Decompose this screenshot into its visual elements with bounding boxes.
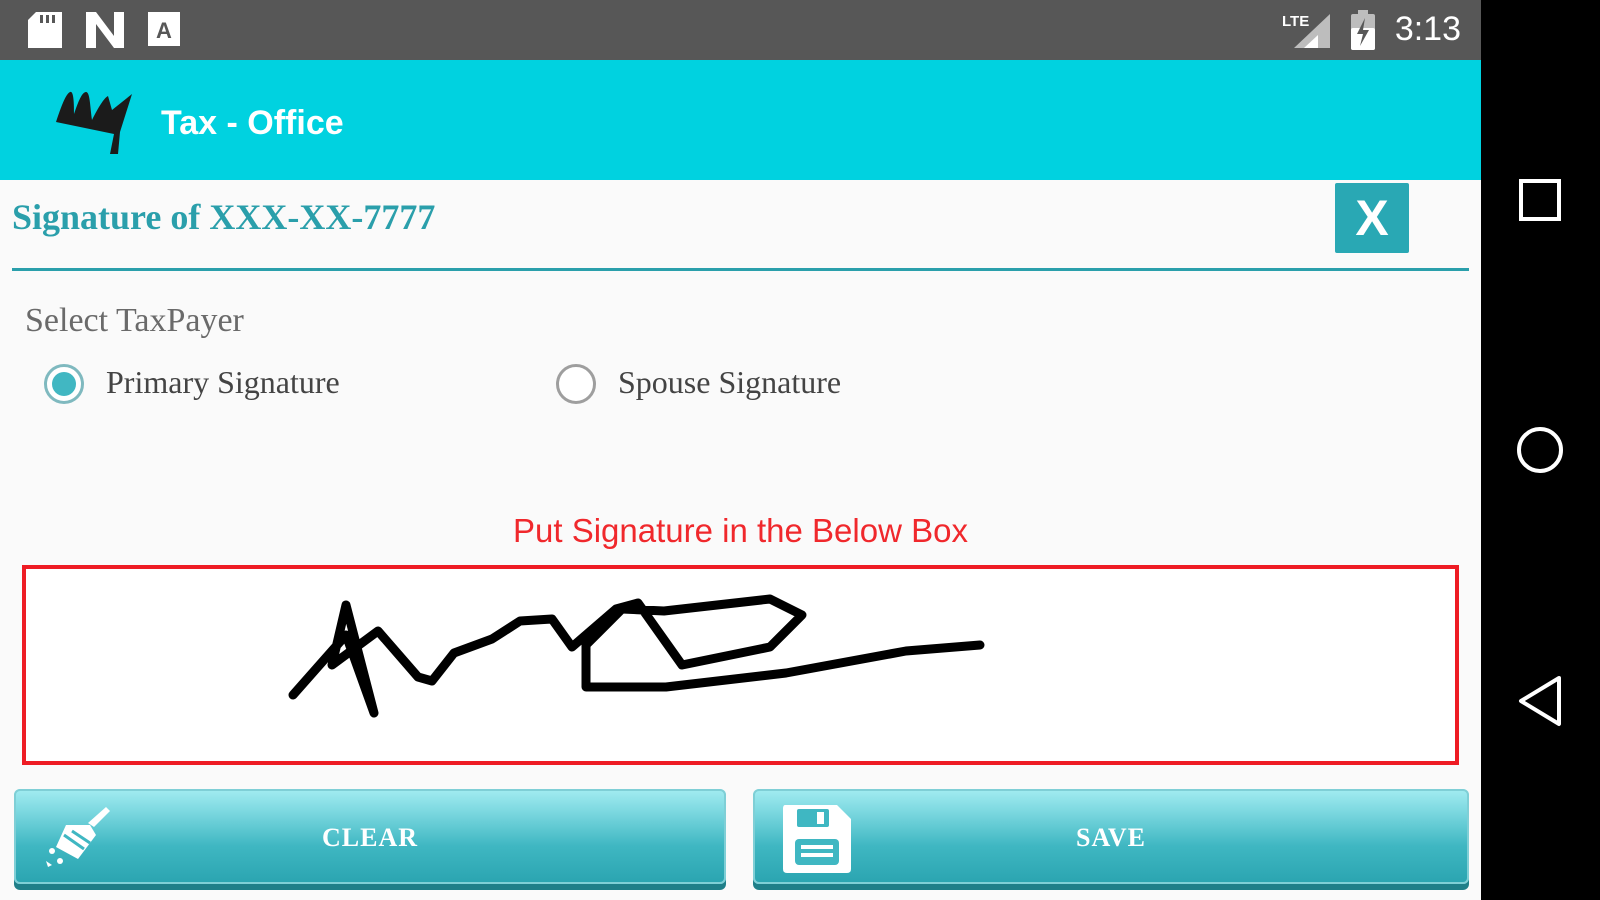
back-button[interactable] bbox=[1481, 660, 1600, 740]
select-taxpayer-label: Select TaxPayer bbox=[25, 302, 244, 339]
status-bar: A LTE 3:13 bbox=[0, 0, 1481, 60]
home-button[interactable] bbox=[1481, 410, 1600, 490]
svg-text:LTE: LTE bbox=[1282, 13, 1309, 30]
app-header: Tax - Office bbox=[0, 60, 1481, 180]
dialog-title: Signature of XXX-XX-7777 bbox=[12, 197, 436, 237]
n-notification-icon bbox=[86, 12, 124, 53]
radio-checked-icon[interactable] bbox=[44, 364, 84, 404]
signature-instruction: Put Signature in the Below Box bbox=[513, 512, 968, 549]
save-button-label: SAVE bbox=[1075, 823, 1146, 852]
a-notification-icon: A bbox=[148, 12, 180, 51]
signature-pad[interactable] bbox=[22, 565, 1459, 765]
clear-button-label: CLEAR bbox=[321, 823, 418, 852]
recents-square-icon bbox=[1519, 179, 1561, 221]
radio-dot bbox=[52, 372, 76, 396]
clear-button[interactable]: CLEAR bbox=[14, 789, 726, 884]
system-nav-bar bbox=[1481, 0, 1600, 900]
recents-button[interactable] bbox=[1481, 160, 1600, 240]
signature-stroke bbox=[288, 594, 985, 718]
lte-signal-icon: LTE bbox=[1282, 10, 1332, 55]
clock-time: 3:13 bbox=[1394, 10, 1461, 48]
save-button[interactable]: SAVE bbox=[753, 789, 1469, 884]
spouse-signature-label[interactable]: Spouse Signature bbox=[618, 364, 841, 401]
back-triangle-icon bbox=[1519, 676, 1561, 726]
battery-icon bbox=[1350, 10, 1376, 55]
my-logo-icon bbox=[52, 82, 152, 167]
close-button[interactable]: X bbox=[1335, 183, 1409, 253]
title-divider bbox=[12, 268, 1469, 271]
svg-text:A: A bbox=[156, 18, 172, 43]
radio-unchecked-icon[interactable] bbox=[556, 364, 596, 404]
app-title: Tax - Office bbox=[161, 104, 344, 142]
home-circle-icon bbox=[1517, 427, 1563, 473]
sd-card-icon bbox=[28, 12, 62, 53]
primary-signature-label[interactable]: Primary Signature bbox=[106, 364, 340, 401]
